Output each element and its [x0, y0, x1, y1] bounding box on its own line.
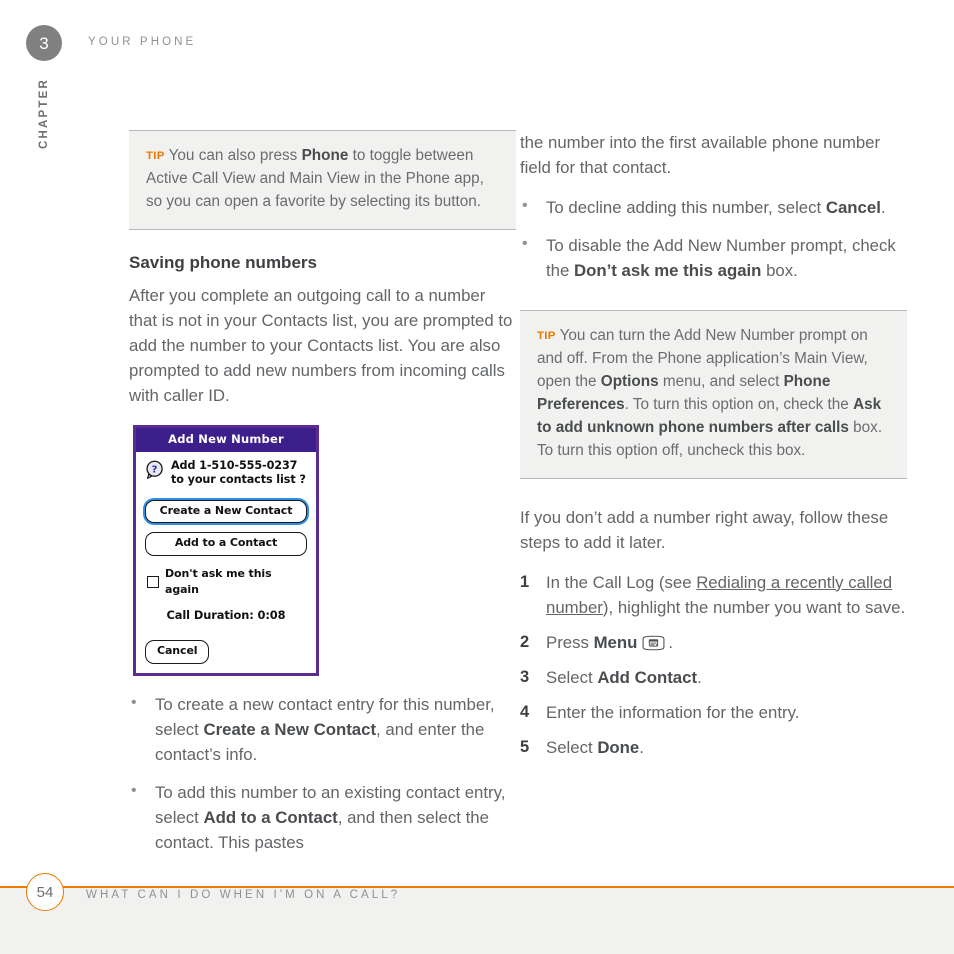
text-run: .	[880, 198, 886, 218]
emphasis-text: Done	[597, 737, 640, 757]
text-run: menu, and select	[658, 372, 784, 390]
text-run: You can also press	[168, 147, 302, 164]
step-number: 3	[520, 667, 530, 686]
dialog-create-new-contact-button[interactable]: Create a New Contact	[145, 499, 307, 524]
dialog-call-duration: Call Duration: 0:08	[166, 608, 286, 623]
text-run: ), highlight the number you want to save…	[602, 597, 906, 617]
list-item: 4 Enter the information for the entry.	[520, 700, 907, 725]
emphasis-text: Cancel	[825, 198, 881, 218]
text-run: Enter the information for the entry.	[546, 702, 800, 722]
text-run: .	[639, 737, 644, 757]
add-new-number-dialog-screenshot: Add New Number ? Add 1-510-555-0237 to y…	[133, 424, 319, 676]
list-item: 2 Press Menu.	[520, 630, 907, 655]
right-column: the number into the first available phon…	[520, 130, 907, 760]
text-run: .	[668, 632, 674, 652]
section-heading-saving-phone-numbers: Saving phone numbers	[129, 252, 317, 272]
list-item: 1 In the Call Log (see Redialing a recen…	[520, 570, 907, 620]
dialog-prompt-text: Add 1-510-555-0237 to your contacts list…	[171, 459, 306, 488]
step-number: 5	[520, 737, 530, 756]
dialog-prompt-line2: to your contacts list ?	[171, 473, 306, 487]
question-mark-icon: ?	[146, 460, 163, 480]
footer-rule	[0, 886, 954, 888]
dialog-prompt: ? Add 1-510-555-0237 to your contacts li…	[145, 459, 307, 488]
left-bullet-list: To create a new contact entry for this n…	[129, 691, 516, 855]
right-bullet-list: To decline adding this number, select Ca…	[520, 194, 907, 283]
running-head: YOUR PHONE	[88, 36, 197, 48]
footer-title: WHAT CAN I DO WHEN I'M ON A CALL?	[86, 889, 401, 901]
step-number: 2	[520, 632, 530, 651]
dialog-dont-ask-checkbox-row[interactable]: Don't ask me this again	[147, 566, 307, 599]
step-text: Enter the information for the entry.	[546, 703, 799, 722]
text-run: .	[697, 667, 702, 687]
step-text: In the Call Log (see Redialing a recentl…	[546, 573, 905, 617]
step-text: Select Add Contact.	[546, 668, 702, 687]
steps-intro-paragraph: If you don’t add a number right away, fo…	[520, 507, 889, 552]
left-column: TIP You can also press Phone to toggle be…	[129, 130, 516, 855]
list-item: To create a new contact entry for this n…	[129, 691, 516, 767]
tip-body: You can turn the Add New Number prompt o…	[537, 327, 882, 459]
page-number-badge: 54	[26, 873, 64, 911]
svg-text:?: ?	[152, 465, 158, 476]
emphasis-text: Create a New Contact	[203, 719, 377, 739]
text-run: box.	[761, 261, 798, 281]
emphasis-text: Add to a Contact	[203, 807, 338, 827]
emphasis-text: Menu	[593, 632, 638, 652]
emphasis-text: Options	[600, 372, 659, 390]
emphasis-text: Add Contact	[597, 667, 698, 687]
intro-paragraph: After you complete an outgoing call to a…	[129, 285, 513, 405]
chapter-vertical-label: CHAPTER	[27, 78, 61, 178]
numbered-steps-list: 1 In the Call Log (see Redialing a recen…	[520, 570, 907, 760]
step-text: Press Menu.	[546, 633, 673, 652]
checkbox-icon[interactable]	[147, 575, 159, 588]
step-text: Select Done.	[546, 738, 644, 757]
tip-callout-phone-toggle: TIP You can also press Phone to toggle be…	[129, 130, 516, 230]
dialog-dont-ask-checkbox-label: Don't ask me this again	[165, 566, 272, 596]
tip-label: TIP	[537, 330, 556, 343]
emphasis-text: Phone	[301, 147, 349, 164]
text-run: Select	[546, 667, 598, 687]
list-item: To disable the Add New Number prompt, ch…	[520, 232, 907, 283]
list-item: To decline adding this number, select Ca…	[520, 194, 907, 220]
dialog-body: ? Add 1-510-555-0237 to your contacts li…	[136, 452, 316, 673]
dialog-add-to-contact-button[interactable]: Add to a Contact	[145, 532, 307, 556]
tip-callout-phone-preferences: TIP You can turn the Add New Number promp…	[520, 310, 907, 479]
tip-label: TIP	[146, 150, 165, 162]
step-number: 4	[520, 702, 530, 721]
dialog-title-bar: Add New Number	[136, 427, 316, 453]
menu-key-icon	[642, 635, 665, 651]
chapter-number: 3	[39, 33, 49, 53]
text-run: Select	[546, 737, 598, 757]
continued-paragraph: the number into the first available phon…	[520, 133, 881, 178]
text-run: In the Call Log (see	[546, 572, 697, 592]
emphasis-text: Don’t ask me this again	[574, 261, 762, 281]
text-run: . To turn this option on, check the	[624, 395, 854, 413]
list-item: To add this number to an existing contac…	[129, 779, 516, 855]
dialog-prompt-line1: Add 1-510-555-0237	[171, 459, 298, 473]
list-item: 3 Select Add Contact.	[520, 665, 907, 690]
chapter-label-text: CHAPTER	[38, 78, 50, 149]
step-number: 1	[520, 572, 530, 591]
dialog-cancel-button[interactable]: Cancel	[145, 640, 210, 664]
manual-page: 3 CHAPTER YOUR PHONE TIP You can also pre…	[0, 0, 954, 954]
list-item: 5 Select Done.	[520, 735, 907, 760]
text-run: Press	[546, 632, 594, 652]
chapter-number-badge: 3	[26, 25, 62, 61]
text-run: To decline adding this number, select	[546, 198, 826, 218]
page-number: 54	[36, 883, 54, 901]
tip-body: You can also press Phone to toggle betwe…	[146, 147, 484, 210]
